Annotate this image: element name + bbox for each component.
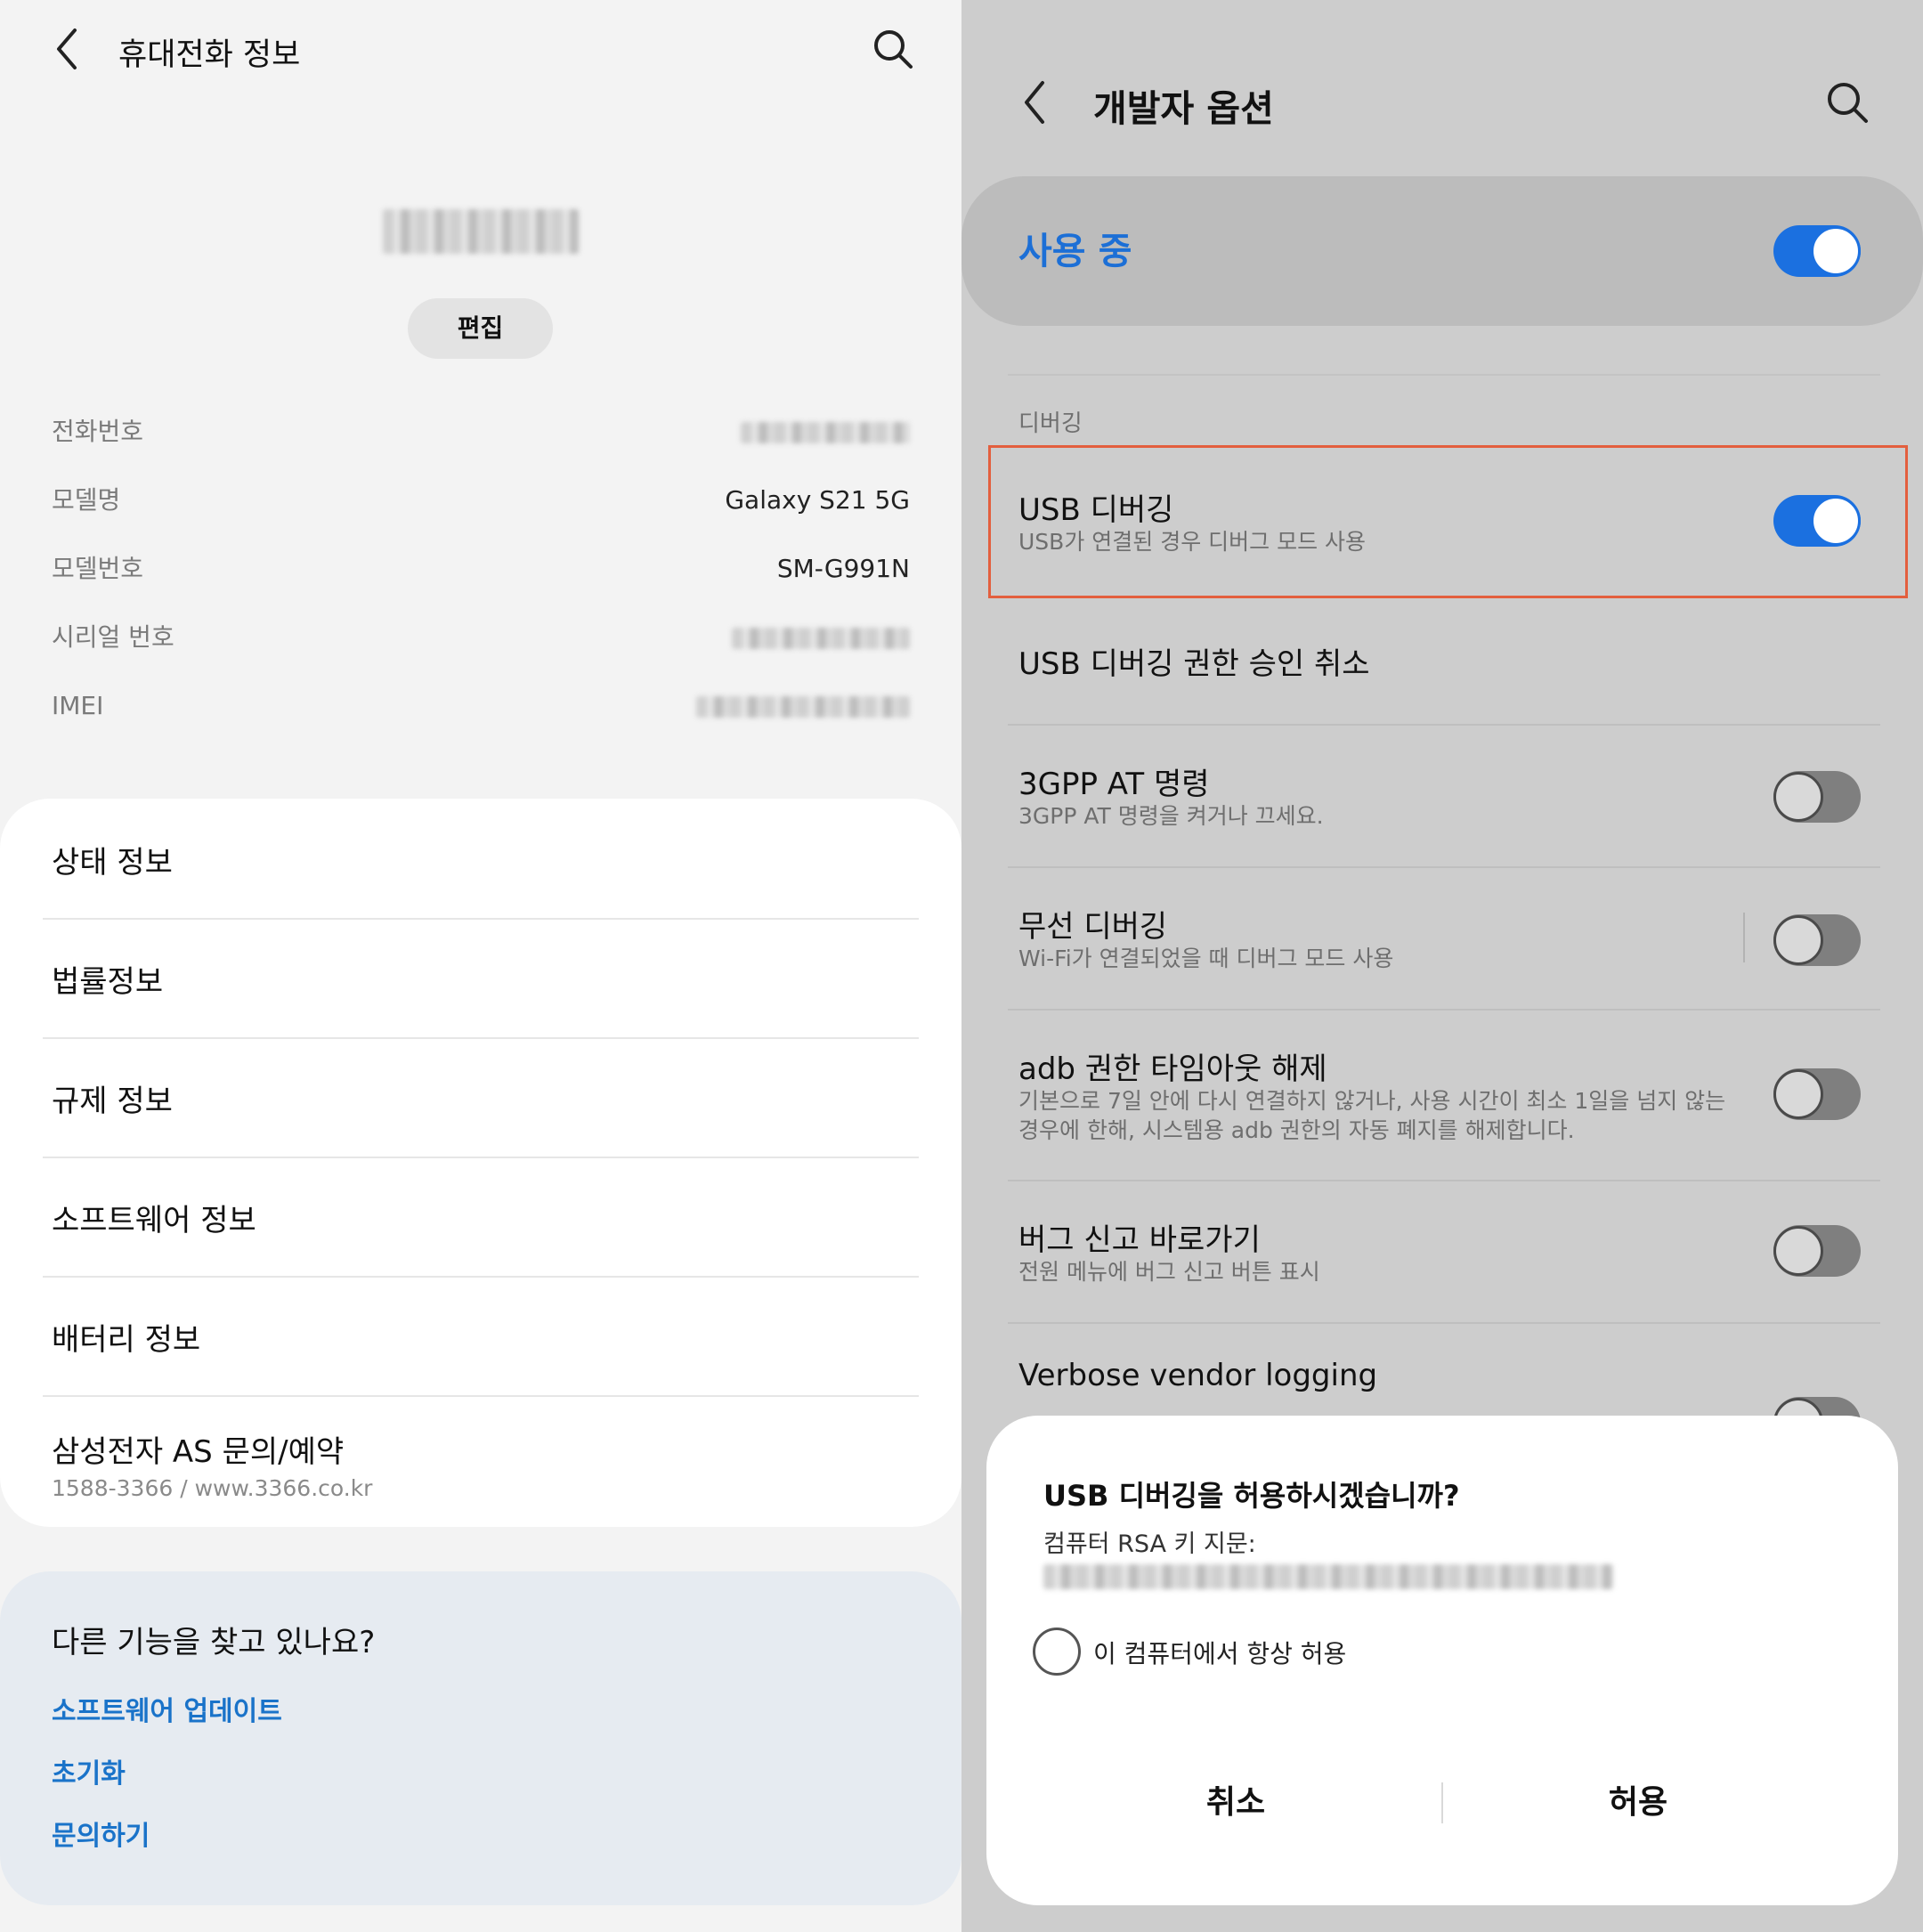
device-name-redacted	[383, 209, 579, 254]
back-button[interactable]	[1008, 53, 1061, 151]
imei-redacted	[696, 696, 910, 718]
search-icon	[1828, 83, 1868, 123]
setting-3gpp-at[interactable]: 3GPP AT 명령 3GPP AT 명령을 켜거나 끄세요.	[961, 726, 1923, 866]
toggle-knob	[1773, 1226, 1823, 1276]
info-row-model-number: 모델번호 SM-G991N	[52, 547, 910, 591]
page-title: 휴대전화 정보	[118, 37, 301, 73]
serial-number-redacted	[732, 628, 910, 649]
setting-title: Verbose vendor logging	[1018, 1358, 1378, 1393]
setting-title: 무선 디버깅	[1018, 909, 1168, 945]
page-title: 개발자 옵션	[1093, 87, 1274, 130]
edit-button[interactable]: 편집	[408, 298, 553, 359]
menu-item-sub: 1588-3366 / www.3366.co.kr	[52, 1475, 373, 1501]
top-app-bar: 휴대전화 정보	[0, 0, 961, 98]
menu-item-label: 규제 정보	[52, 1084, 173, 1119]
link-contact[interactable]: 문의하기	[52, 1814, 150, 1853]
info-label: IMEI	[52, 691, 104, 720]
usb-debugging-dialog: USB 디버깅을 허용하시겠습니까? 컴퓨터 RSA 키 지문: 이 컴퓨터에서…	[986, 1416, 1898, 1905]
search-button[interactable]	[862, 0, 924, 98]
setting-title: USB 디버깅 권한 승인 취소	[1018, 646, 1370, 682]
always-allow-checkbox[interactable]	[1033, 1628, 1081, 1676]
menu-item-legal[interactable]: 법률정보	[0, 918, 961, 1037]
dialog-title: USB 디버깅을 허용하시겠습니까?	[1043, 1479, 1460, 1513]
info-menu-card: 상태 정보 법률정보 규제 정보 소프트웨어 정보 배터리 정보 삼성전자 AS…	[0, 799, 961, 1527]
search-icon	[874, 30, 913, 69]
menu-item-label: 소프트웨어 정보	[52, 1203, 256, 1238]
setting-adb-timeout[interactable]: adb 권한 타임아웃 해제 기본으로 7일 안에 다시 연결하지 않거나, 사…	[961, 1011, 1923, 1180]
menu-item-software[interactable]: 소프트웨어 정보	[0, 1157, 961, 1276]
wireless-debugging-toggle[interactable]	[1773, 914, 1861, 966]
developer-options-screen: 개발자 옵션 사용 중 디버깅 USB 디버깅 USB가 연결된 경우 디버그 …	[961, 0, 1923, 1932]
cancel-button[interactable]: 취소	[1035, 1772, 1436, 1834]
menu-item-label: 삼성전자 AS 문의/예약	[52, 1434, 345, 1470]
back-button[interactable]	[40, 0, 93, 98]
info-row-model-name: 모델명 Galaxy S21 5G	[52, 478, 910, 523]
setting-bug-report-shortcut[interactable]: 버그 신고 바로가기 전원 메뉴에 버그 신고 버튼 표시	[961, 1181, 1923, 1322]
vertical-separator	[1743, 913, 1745, 962]
back-arrow-icon	[57, 28, 77, 69]
toggle-knob	[1773, 772, 1823, 822]
setting-subtitle: 3GPP AT 명령을 켜거나 끄세요.	[1018, 803, 1324, 829]
master-toggle[interactable]	[1773, 225, 1861, 277]
divider	[1008, 374, 1880, 376]
menu-item-label: 상태 정보	[52, 845, 173, 881]
info-label: 모델명	[52, 485, 121, 515]
phone-info-screen: 휴대전화 정보 편집 전화번호 모델명 Galaxy S21 5G 모델번호 S…	[0, 0, 961, 1932]
master-switch-label: 사용 중	[1018, 230, 1132, 272]
allow-button[interactable]: 허용	[1438, 1772, 1838, 1834]
info-value: SM-G991N	[776, 554, 910, 583]
info-label: 모델번호	[52, 554, 144, 583]
menu-item-label: 법률정보	[52, 964, 164, 1000]
setting-title: 버그 신고 바로가기	[1018, 1222, 1261, 1258]
link-software-update[interactable]: 소프트웨어 업데이트	[52, 1689, 282, 1728]
rsa-fingerprint-label: 컴퓨터 RSA 키 지문:	[1043, 1530, 1256, 1558]
toggle-knob	[1773, 915, 1823, 965]
section-header-debugging: 디버깅	[1018, 410, 1083, 437]
setting-subtitle: 기본으로 7일 안에 다시 연결하지 않거나, 사용 시간이 최소 1일을 넘지…	[1018, 1088, 1726, 1143]
help-card: 다른 기능을 찾고 있나요? 소프트웨어 업데이트 초기화 문의하기	[0, 1571, 961, 1905]
info-value: Galaxy S21 5G	[725, 485, 910, 515]
menu-item-label: 배터리 정보	[52, 1322, 201, 1358]
3gpp-at-toggle[interactable]	[1773, 771, 1861, 823]
toggle-knob	[1811, 226, 1861, 276]
setting-revoke-usb-auth[interactable]: USB 디버깅 권한 승인 취소	[961, 605, 1923, 721]
back-arrow-icon	[1025, 81, 1044, 124]
info-row-imei: IMEI	[52, 684, 910, 728]
master-switch-card[interactable]: 사용 중	[961, 176, 1923, 326]
menu-item-battery[interactable]: 배터리 정보	[0, 1276, 961, 1395]
always-allow-label[interactable]: 이 컴퓨터에서 항상 허용	[1093, 1635, 1346, 1670]
info-label: 전화번호	[52, 417, 144, 446]
menu-item-samsung-service[interactable]: 삼성전자 AS 문의/예약 1588-3366 / www.3366.co.kr	[0, 1395, 961, 1527]
setting-wireless-debugging[interactable]: 무선 디버깅 Wi-Fi가 연결되었을 때 디버그 모드 사용	[961, 868, 1923, 1009]
info-row-serial-number: 시리얼 번호	[52, 615, 910, 660]
setting-subtitle: 전원 메뉴에 버그 신고 버튼 표시	[1018, 1259, 1320, 1285]
info-label: 시리얼 번호	[52, 622, 174, 652]
toggle-knob	[1773, 1069, 1823, 1119]
phone-number-redacted	[741, 422, 910, 443]
menu-item-regulatory[interactable]: 규제 정보	[0, 1037, 961, 1157]
bug-report-toggle[interactable]	[1773, 1225, 1861, 1277]
setting-title: 3GPP AT 명령	[1018, 767, 1210, 802]
search-button[interactable]	[1816, 53, 1878, 151]
menu-item-status[interactable]: 상태 정보	[0, 799, 961, 918]
rsa-fingerprint-redacted	[1043, 1564, 1613, 1589]
info-row-phone-number: 전화번호	[52, 410, 910, 454]
highlight-box	[988, 445, 1908, 598]
adb-timeout-toggle[interactable]	[1773, 1068, 1861, 1120]
setting-title: adb 권한 타임아웃 해제	[1018, 1051, 1327, 1087]
top-app-bar: 개발자 옵션	[961, 53, 1923, 151]
setting-subtitle: Wi-Fi가 연결되었을 때 디버그 모드 사용	[1018, 946, 1394, 971]
link-reset[interactable]: 초기화	[52, 1751, 126, 1790]
help-title: 다른 기능을 찾고 있나요?	[52, 1625, 376, 1660]
